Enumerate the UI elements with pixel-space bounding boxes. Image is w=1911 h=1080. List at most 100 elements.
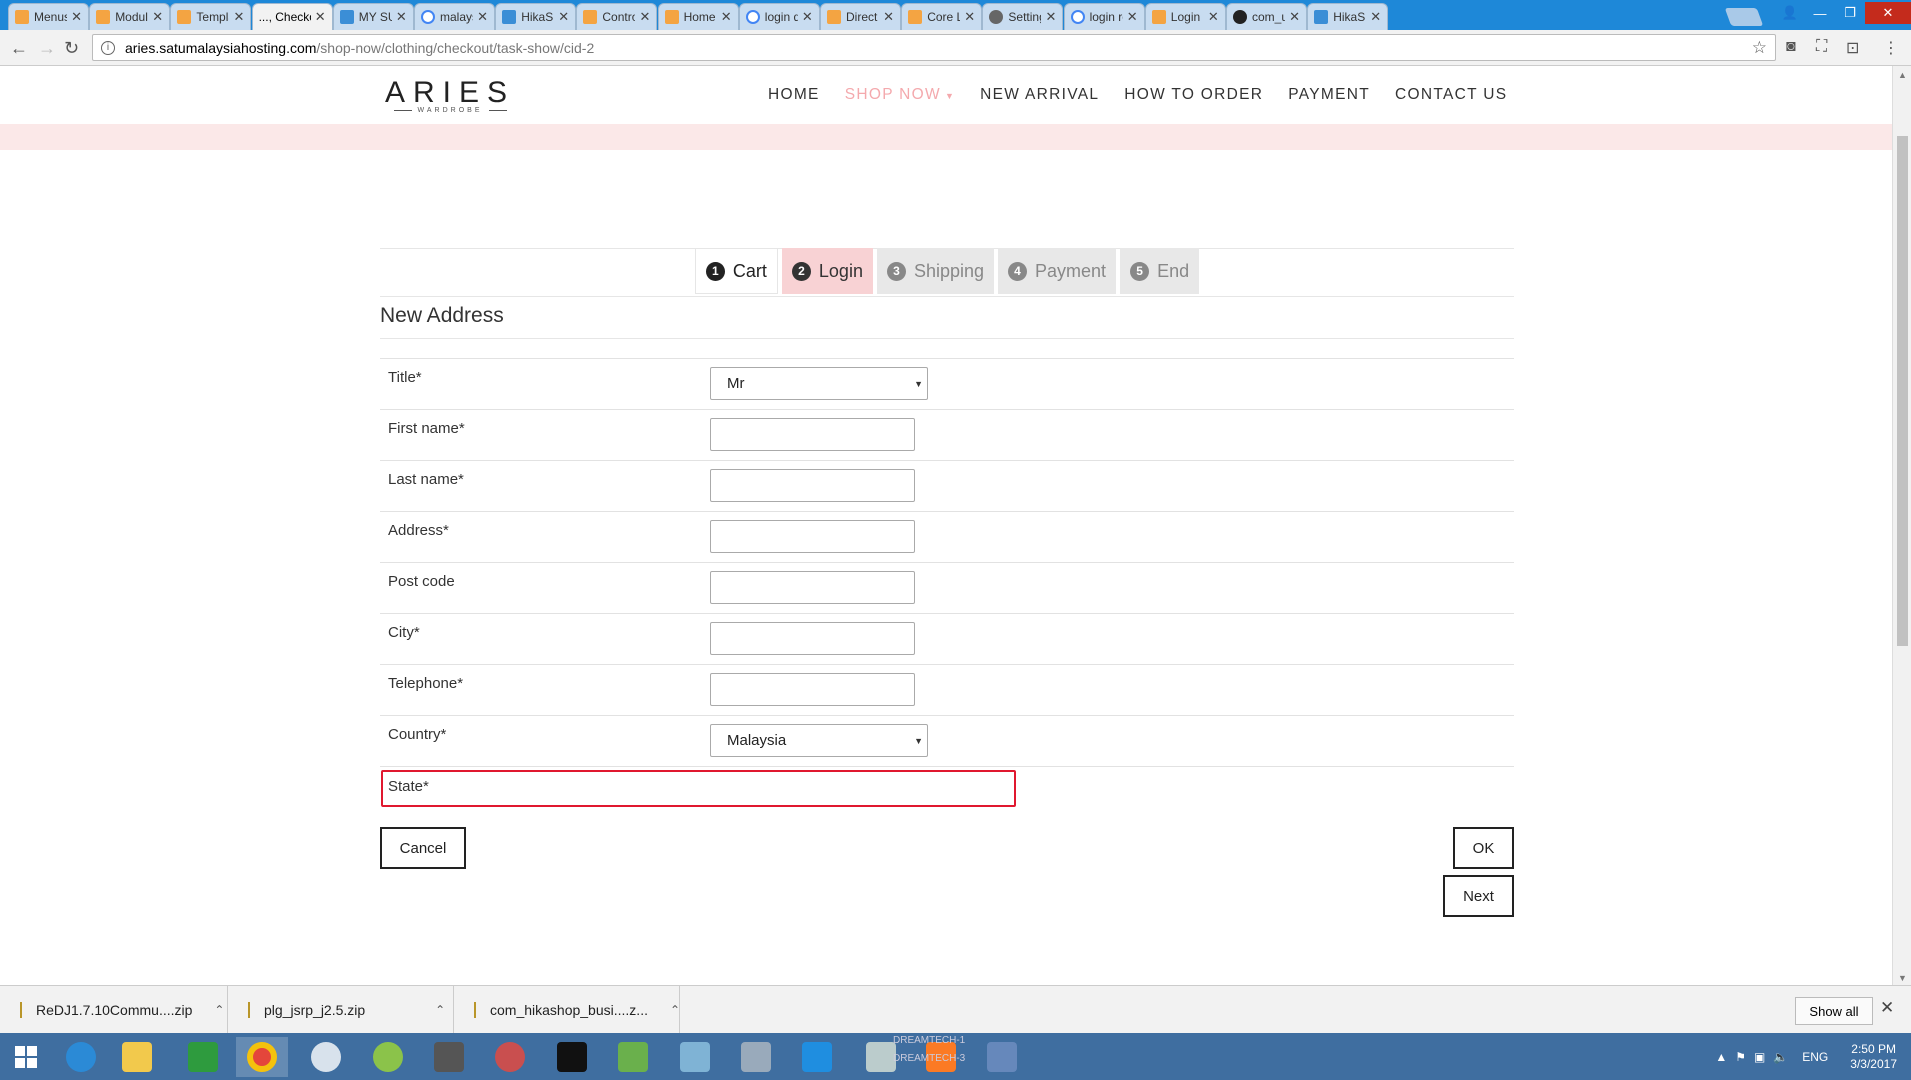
- tab-close-icon[interactable]: ✕: [721, 9, 732, 25]
- tab-close-icon[interactable]: ✕: [964, 9, 975, 25]
- browser-tab[interactable]: Menus: ✕: [8, 3, 89, 30]
- language-indicator[interactable]: ENG: [1802, 1050, 1828, 1064]
- browser-tab[interactable]: Core Lo ✕: [901, 3, 983, 30]
- page-scrollbar[interactable]: ▲ ▼: [1892, 66, 1911, 985]
- tab-close-icon[interactable]: ✕: [396, 9, 407, 25]
- back-icon[interactable]: ←: [10, 38, 28, 59]
- ok-button[interactable]: OK: [1453, 827, 1514, 869]
- chevron-up-icon[interactable]: ⌃: [214, 1003, 224, 1017]
- chevron-up-icon[interactable]: ⌃: [670, 1003, 680, 1017]
- close-icon[interactable]: ✕: [1880, 998, 1894, 1018]
- tab-close-icon[interactable]: ✕: [1289, 9, 1300, 25]
- step-login[interactable]: 2 Login: [781, 248, 873, 294]
- menu-item-how-to-order[interactable]: HOW TO ORDER: [1124, 86, 1263, 104]
- download-item[interactable]: plg_jsrp_j2.5.zip ⌃: [228, 986, 454, 1034]
- network-share-icon[interactable]: [976, 1037, 1028, 1077]
- download-item[interactable]: ReDJ1.7.10Commu....zip ⌃: [0, 986, 228, 1034]
- tab-close-icon[interactable]: ✕: [1127, 9, 1138, 25]
- address-input[interactable]: [710, 520, 915, 553]
- menu-item-new-arrival[interactable]: NEW ARRIVAL: [980, 86, 1099, 104]
- menu-item-payment[interactable]: PAYMENT: [1288, 86, 1370, 104]
- restore-icon[interactable]: ❐: [1835, 5, 1865, 21]
- app-icon[interactable]: [484, 1037, 536, 1077]
- minimize-icon[interactable]: —: [1805, 6, 1835, 21]
- step-end[interactable]: 5 End: [1120, 248, 1200, 294]
- tab-close-icon[interactable]: ✕: [802, 9, 813, 25]
- camera-icon[interactable]: ◙: [1786, 38, 1796, 56]
- app-icon[interactable]: [607, 1037, 659, 1077]
- site-info-icon[interactable]: i: [101, 40, 115, 55]
- file-explorer-icon[interactable]: [111, 1037, 163, 1077]
- flag-icon[interactable]: ⚑: [1735, 1050, 1746, 1064]
- new-tab-button[interactable]: [1724, 8, 1764, 26]
- chrome-icon[interactable]: [236, 1037, 288, 1077]
- tab-close-icon[interactable]: ✕: [315, 9, 326, 25]
- tray-expand-icon[interactable]: ▲: [1715, 1050, 1727, 1064]
- app-icon[interactable]: [423, 1037, 475, 1077]
- browser-tab[interactable]: MY SUI ✕: [332, 3, 414, 30]
- cancel-button[interactable]: Cancel: [380, 827, 466, 869]
- clock[interactable]: 2:50 PM 3/3/2017: [1850, 1042, 1897, 1072]
- scroll-up-icon[interactable]: ▲: [1898, 70, 1907, 80]
- android-studio-icon[interactable]: [362, 1037, 414, 1077]
- city-input[interactable]: [710, 622, 915, 655]
- browser-tab[interactable]: malays ✕: [414, 3, 495, 30]
- tab-close-icon[interactable]: ✕: [1045, 9, 1056, 25]
- menu-item-home[interactable]: HOME: [768, 86, 820, 104]
- window-close-icon[interactable]: ✕: [1865, 2, 1911, 24]
- browser-tab[interactable]: HikaSh ✕: [1307, 3, 1389, 30]
- browser-tab[interactable]: Contro ✕: [576, 3, 658, 30]
- tab-close-icon[interactable]: ✕: [233, 9, 244, 25]
- step-shipping[interactable]: 3 Shipping: [876, 248, 995, 294]
- browser-tab[interactable]: Direct A ✕: [820, 3, 901, 30]
- browser-tab[interactable]: Module ✕: [89, 3, 171, 30]
- store-icon[interactable]: [177, 1037, 229, 1077]
- browser-tab[interactable]: ..., Checko ✕: [251, 3, 333, 30]
- tab-close-icon[interactable]: ✕: [1208, 9, 1219, 25]
- command-prompt-icon[interactable]: [546, 1037, 598, 1077]
- scrollbar-thumb[interactable]: [1897, 136, 1908, 646]
- show-all-button[interactable]: Show all: [1795, 997, 1873, 1025]
- tab-close-icon[interactable]: ✕: [558, 9, 569, 25]
- user-icon[interactable]: 👤: [1775, 5, 1805, 21]
- capture-icon[interactable]: ⊡: [1846, 38, 1859, 58]
- browser-tab[interactable]: Login R ✕: [1144, 3, 1226, 30]
- browser-menu-icon[interactable]: ⋮: [1883, 38, 1899, 58]
- reload-icon[interactable]: ↻: [64, 38, 79, 59]
- menu-item-contact-us[interactable]: CONTACT US: [1395, 86, 1507, 104]
- tab-close-icon[interactable]: ✕: [71, 9, 82, 25]
- forward-icon[interactable]: →: [38, 38, 56, 59]
- bookmark-star-icon[interactable]: ☆: [1752, 38, 1767, 58]
- tab-close-icon[interactable]: ✕: [639, 9, 650, 25]
- telephone-input[interactable]: [710, 673, 915, 706]
- browser-tab[interactable]: HikaSh ✕: [495, 3, 577, 30]
- chevron-up-icon[interactable]: ⌃: [435, 1003, 445, 1017]
- address-bar[interactable]: i aries.satumalaysiahosting.com/shop-now…: [92, 34, 1776, 61]
- tab-close-icon[interactable]: ✕: [477, 9, 488, 25]
- browser-tab[interactable]: Home ✕: [657, 3, 739, 30]
- app-icon[interactable]: [300, 1037, 352, 1077]
- fullscreen-icon[interactable]: ⛶: [1816, 38, 1827, 56]
- last-name-input[interactable]: [710, 469, 915, 502]
- internet-explorer-icon[interactable]: [55, 1037, 107, 1077]
- menu-item-shop-now[interactable]: SHOP NOW ▼: [845, 86, 955, 104]
- browser-tab[interactable]: Templa ✕: [170, 3, 252, 30]
- step-payment[interactable]: 4 Payment: [998, 248, 1117, 294]
- title-select[interactable]: Mr ▼: [710, 367, 928, 400]
- app-icon[interactable]: [730, 1037, 782, 1077]
- next-button[interactable]: Next: [1443, 875, 1514, 917]
- first-name-input[interactable]: [710, 418, 915, 451]
- volume-icon[interactable]: 🔈: [1773, 1050, 1788, 1064]
- post-code-input[interactable]: [710, 571, 915, 604]
- screenshot-tool-icon[interactable]: [791, 1037, 843, 1077]
- tab-close-icon[interactable]: ✕: [152, 9, 163, 25]
- tab-close-icon[interactable]: ✕: [883, 9, 894, 25]
- step-cart[interactable]: 1 Cart: [694, 248, 778, 294]
- browser-tab[interactable]: login re ✕: [1063, 3, 1145, 30]
- windows-start-icon[interactable]: [0, 1037, 52, 1077]
- country-select[interactable]: Malaysia ▼: [710, 724, 928, 757]
- download-item[interactable]: com_hikashop_busi....z... ⌃: [454, 986, 680, 1034]
- browser-tab[interactable]: login di ✕: [738, 3, 820, 30]
- browser-tab[interactable]: Setting ✕: [982, 3, 1064, 30]
- scroll-down-icon[interactable]: ▼: [1898, 973, 1907, 983]
